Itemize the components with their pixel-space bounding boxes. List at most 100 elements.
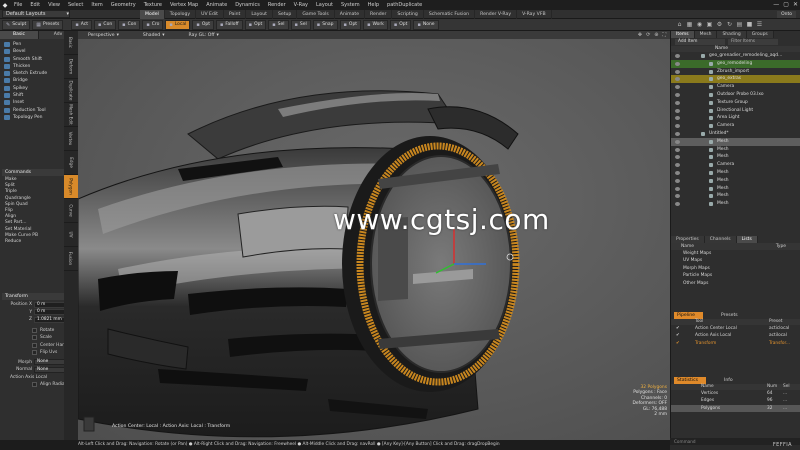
tool-item[interactable]: Inset bbox=[2, 99, 64, 106]
toolbar-button[interactable]: ▪ Opt bbox=[389, 19, 412, 30]
menu-item[interactable]: Dynamics bbox=[231, 2, 264, 8]
visibility-icon[interactable] bbox=[675, 194, 680, 199]
tab-layout[interactable]: Layout bbox=[246, 10, 273, 19]
tree-row[interactable]: Mesh bbox=[671, 153, 800, 161]
visibility-icon[interactable] bbox=[675, 131, 680, 136]
tab-layout[interactable]: Setup bbox=[273, 10, 298, 19]
tab-layout[interactable]: Model bbox=[140, 10, 165, 19]
side-tab[interactable]: Vertex bbox=[64, 127, 78, 151]
visibility-icon[interactable] bbox=[675, 155, 680, 160]
menu-item[interactable]: Texture bbox=[140, 2, 166, 8]
tab-layout[interactable]: Scripting bbox=[392, 10, 424, 19]
tool-item[interactable]: Bevel bbox=[2, 48, 64, 55]
tool-item[interactable]: Spikey bbox=[2, 85, 64, 92]
check-icon[interactable]: ✔ bbox=[676, 340, 680, 347]
tool-item[interactable]: Thicken bbox=[2, 63, 64, 70]
visibility-icon[interactable] bbox=[675, 116, 680, 121]
tree-row[interactable]: geo_remodeling bbox=[671, 59, 800, 68]
pipeline-row[interactable]: ✔ Action Axis Local actilocal bbox=[671, 332, 800, 339]
menu-item[interactable]: Item bbox=[87, 2, 106, 8]
visibility-icon[interactable] bbox=[675, 147, 680, 152]
vertex-map-item[interactable]: Particle Maps bbox=[671, 272, 800, 279]
tool-item[interactable]: Topology Pen bbox=[2, 114, 64, 121]
tree-row[interactable]: Zbrush_import bbox=[671, 68, 800, 76]
visibility-icon[interactable] bbox=[675, 85, 680, 90]
camera-icon[interactable]: ◉ bbox=[696, 21, 703, 28]
tab-layout[interactable]: Render bbox=[365, 10, 393, 19]
align-radial-checkbox[interactable] bbox=[32, 382, 37, 387]
filter-items-input[interactable]: Filter Items bbox=[728, 39, 778, 45]
visibility-icon[interactable] bbox=[675, 69, 680, 74]
vertex-map-item[interactable]: Morph Maps bbox=[671, 265, 800, 272]
tab-layout[interactable]: Schematic Fusion bbox=[424, 10, 476, 19]
tab-lists[interactable]: Lists bbox=[736, 236, 758, 243]
tree-row[interactable]: Camera bbox=[671, 83, 800, 91]
visibility-icon[interactable] bbox=[675, 178, 680, 183]
tab-info[interactable]: Info bbox=[724, 377, 733, 384]
tab-layout[interactable]: Topology bbox=[165, 10, 197, 19]
tree-row[interactable]: Untitled* bbox=[671, 130, 800, 138]
tree-row[interactable]: Camera bbox=[671, 122, 800, 130]
ray-gl-select[interactable]: Ray GL: Off ▾ bbox=[179, 33, 233, 38]
menu-item[interactable]: pathDuplicate bbox=[383, 2, 426, 8]
tree-row[interactable]: Mesh bbox=[671, 192, 800, 200]
tab-mesh[interactable]: Mesh bbox=[694, 31, 718, 38]
toolbar-button[interactable]: ▪ Falloff bbox=[215, 19, 243, 30]
command-item[interactable]: Reduce bbox=[2, 239, 64, 245]
toolbar-button[interactable]: ▪ Cro bbox=[142, 19, 164, 30]
vertex-map-item[interactable]: Weight Maps bbox=[671, 250, 800, 257]
visibility-icon[interactable] bbox=[675, 202, 680, 207]
tab-layout[interactable]: Paint bbox=[224, 10, 247, 19]
vertex-map-item[interactable]: UV Maps bbox=[671, 257, 800, 264]
tab-items[interactable]: Items bbox=[671, 31, 695, 38]
toolbar-button[interactable]: ▪ Work bbox=[363, 19, 388, 30]
check-icon[interactable]: ✔ bbox=[676, 332, 680, 339]
visibility-icon[interactable] bbox=[675, 139, 680, 144]
menu-item[interactable]: Render bbox=[264, 2, 290, 8]
tree-row[interactable]: geo_grenadier_remodeling_aqd... bbox=[671, 52, 800, 60]
tab-statistics[interactable]: Statistics bbox=[674, 377, 706, 384]
tree-row[interactable]: Directional Light bbox=[671, 107, 800, 115]
tool-item[interactable]: Bridge bbox=[2, 77, 64, 84]
menu-item[interactable]: Vertex Map bbox=[166, 2, 202, 8]
menu-item[interactable]: Select bbox=[64, 2, 87, 8]
tree-row[interactable]: Mesh bbox=[671, 137, 800, 146]
rotate-view-icon[interactable]: ⟳ bbox=[646, 32, 650, 38]
statistics-row[interactable]: Edges 96... bbox=[671, 397, 800, 404]
visibility-icon[interactable] bbox=[675, 163, 680, 168]
statistics-row[interactable]: Polygons 32... bbox=[671, 404, 800, 412]
onto-button[interactable]: Onto bbox=[777, 11, 796, 18]
stop-icon[interactable]: ■ bbox=[746, 21, 753, 28]
tab-layout[interactable]: Render V-Ray bbox=[475, 10, 518, 19]
layers-icon[interactable]: ☰ bbox=[756, 21, 763, 28]
tree-row[interactable]: Mesh bbox=[671, 177, 800, 185]
side-tab[interactable]: Polygon bbox=[64, 175, 78, 199]
toolbar-button[interactable]: ▪ Opt bbox=[244, 19, 267, 30]
menu-item[interactable]: Help bbox=[364, 2, 383, 8]
menu-item[interactable]: System bbox=[337, 2, 364, 8]
side-tab[interactable]: Duplicate bbox=[64, 79, 78, 103]
visibility-icon[interactable] bbox=[675, 77, 680, 82]
menu-item[interactable]: Layout bbox=[312, 2, 337, 8]
tool-item[interactable]: Sketch Extrude bbox=[2, 70, 64, 77]
toolbar-button[interactable]: ▪ Snap bbox=[312, 19, 338, 30]
toolbar-button[interactable]: ▪ Sel bbox=[290, 19, 311, 30]
tab-layout[interactable]: UV Edit bbox=[196, 10, 224, 19]
toolbar-button[interactable]: ▪ Opt bbox=[339, 19, 362, 30]
visibility-icon[interactable] bbox=[675, 108, 680, 113]
toolbar-button[interactable]: ▪ Local bbox=[165, 19, 191, 30]
zoom-view-icon[interactable]: ⊕ bbox=[654, 32, 658, 38]
tree-row[interactable]: Area Light bbox=[671, 114, 800, 122]
visibility-icon[interactable] bbox=[675, 124, 680, 129]
vertex-map-item[interactable]: Other Maps bbox=[671, 280, 800, 287]
tree-row[interactable]: geo_extras bbox=[671, 75, 800, 84]
tab-layout[interactable]: Animate bbox=[335, 10, 366, 19]
layout-select[interactable]: Default Layouts ▾ bbox=[2, 10, 70, 18]
tab-groups[interactable]: Groups bbox=[746, 31, 774, 38]
tab-channels[interactable]: Channels bbox=[704, 236, 737, 243]
grid-icon[interactable]: ▦ bbox=[686, 21, 693, 28]
menu-item[interactable]: V-Ray bbox=[290, 2, 312, 8]
tree-row[interactable]: Outdoor Probe 03.lxo bbox=[671, 91, 800, 99]
visibility-icon[interactable] bbox=[675, 170, 680, 175]
pipeline-row[interactable]: ✔ Action Center Local acticlocal bbox=[671, 325, 800, 332]
